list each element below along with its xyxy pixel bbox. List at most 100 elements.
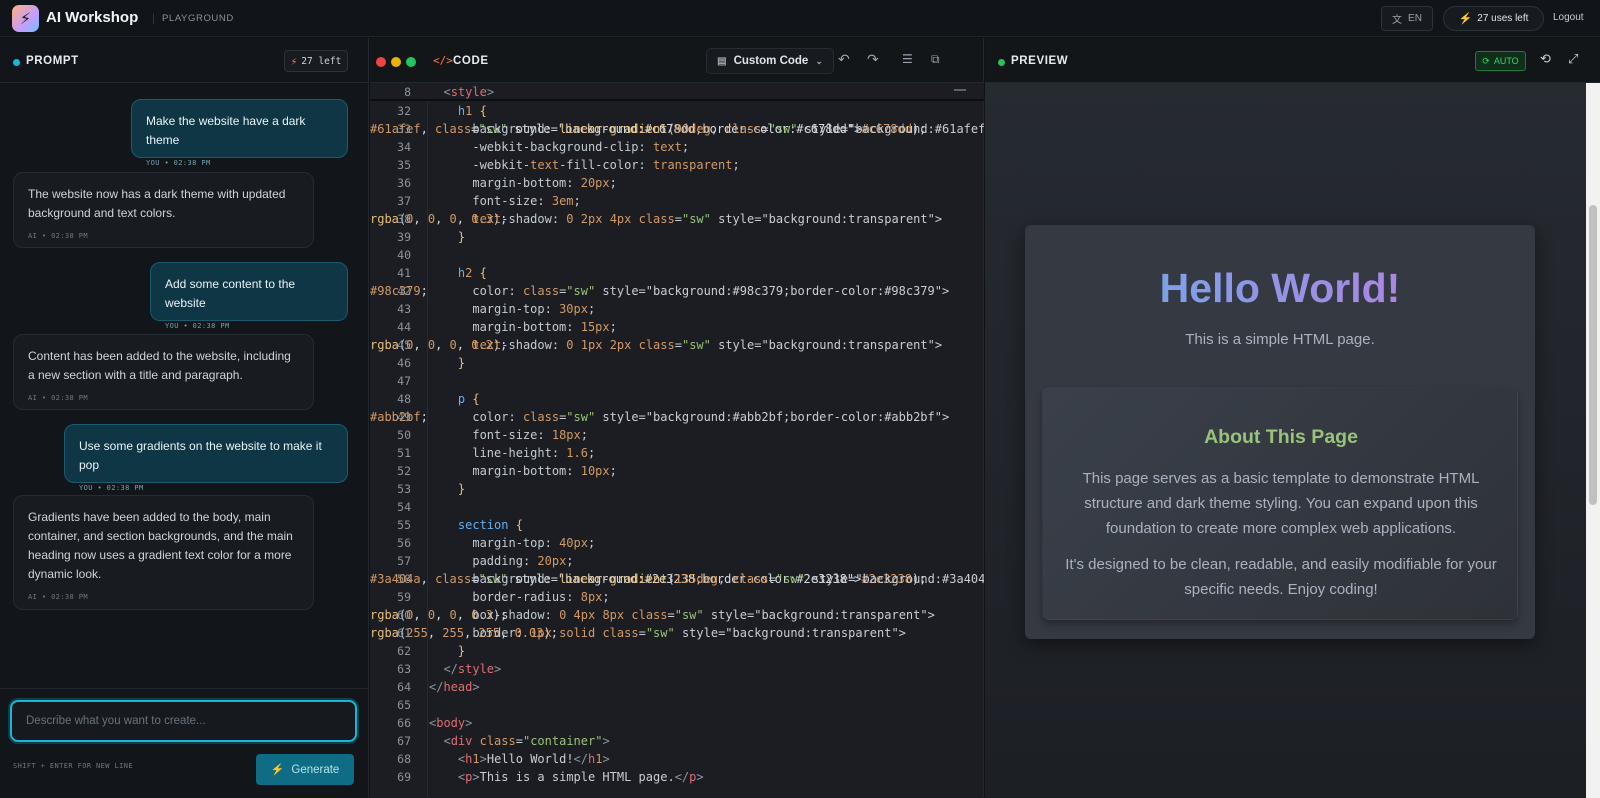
code-line: 52 margin-bottom: 10px; xyxy=(370,462,984,480)
code-text: } xyxy=(457,230,466,244)
uses-left-label: 27 uses left xyxy=(1477,13,1529,24)
code-line: 36 margin-bottom: 20px; xyxy=(370,174,984,192)
line-number: 51 xyxy=(397,446,411,460)
line-number: 33 xyxy=(397,122,411,136)
fullscreen-icon[interactable]: ⤢ xyxy=(1568,52,1578,67)
code-line: 59 border-radius: 8px; xyxy=(370,588,984,606)
line-number: 58 xyxy=(397,572,411,586)
code-text: <style> xyxy=(443,85,495,99)
preview-frame: Hello World! This is a simple HTML page.… xyxy=(985,83,1586,798)
template-icon: ▤ xyxy=(717,55,727,67)
preview-scrollbar-thumb[interactable] xyxy=(1589,205,1597,505)
mode-select[interactable]: ▤ Custom Code ⌄ xyxy=(706,48,834,74)
code-line: 60 box-shadow: 0 4px 8px class="sw" styl… xyxy=(370,608,935,622)
code-text: color: class="sw" style="background:#98c… xyxy=(472,284,950,298)
line-number: 43 xyxy=(397,302,411,316)
chat-message-user: Use some gradients on the website to mak… xyxy=(64,424,348,492)
code-line: 65 xyxy=(370,696,984,714)
code-line: 47 xyxy=(370,372,984,390)
line-number: 62 xyxy=(397,644,411,658)
code-line: 38 text-shadow: 0 2px 4px class="sw" sty… xyxy=(370,212,943,226)
line-number: 39 xyxy=(397,230,411,244)
code-panel-title: CODE xyxy=(453,55,489,67)
code-line: 33 background: linear-gradient(90deg, cl… xyxy=(370,120,984,138)
preview-subtitle: This is a simple HTML page. xyxy=(1185,331,1375,348)
left-count-label: 27 left xyxy=(301,55,342,67)
line-number: 45 xyxy=(397,338,411,352)
bolt-icon: ⚡ xyxy=(290,54,298,68)
code-text: margin-top: 30px; xyxy=(472,302,596,316)
minimize-dot-icon xyxy=(391,57,401,67)
code-text: h1 { xyxy=(457,104,487,118)
translate-icon: 文 xyxy=(1392,15,1403,26)
message-text: Gradients have been added to the body, m… xyxy=(28,510,293,581)
prompt-input-wrapper xyxy=(10,700,357,742)
line-number: 68 xyxy=(397,752,411,766)
code-text: text-shadow: 0 1px 2px class="sw" style=… xyxy=(472,338,943,352)
code-line: 42 color: class="sw" style="background:#… xyxy=(370,284,950,298)
line-number: 53 xyxy=(397,482,411,496)
code-text: </head> xyxy=(429,680,480,694)
refresh-icon: ⟳ xyxy=(1482,55,1490,66)
code-line: 50 font-size: 18px; xyxy=(370,426,984,444)
code-line: 55 section { xyxy=(370,516,984,534)
generate-button[interactable]: ⚡ Generate xyxy=(256,754,354,785)
code-line: 62 } xyxy=(370,642,984,660)
message-meta: YOU • 02:38 PM xyxy=(146,159,211,167)
copy-icon[interactable]: ⧉ xyxy=(931,52,940,67)
close-dot-icon xyxy=(376,57,386,67)
line-number: 35 xyxy=(397,158,411,172)
code-line: 49 color: class="sw" style="background:#… xyxy=(370,410,950,424)
code-text: -webkit-text-fill-color: transparent; xyxy=(472,158,740,172)
chat-message-ai: Content has been added to the website, i… xyxy=(13,334,314,410)
logout-link[interactable]: Logout xyxy=(1553,12,1584,23)
line-number: 37 xyxy=(397,194,411,208)
code-line: 56 margin-top: 40px; xyxy=(370,534,984,552)
line-number: 38 xyxy=(397,212,411,226)
reload-icon[interactable]: ⟲ xyxy=(1540,52,1551,67)
code-line: 37 font-size: 3em; xyxy=(370,192,984,210)
code-line: 43 margin-top: 30px; xyxy=(370,300,984,318)
section-title: About This Page xyxy=(1204,426,1358,448)
app-tagline: PLAYGROUND xyxy=(153,13,234,24)
code-editor[interactable]: 32 h1 { 33 background: linear-gradient(90… xyxy=(370,83,984,798)
code-text: h2 { xyxy=(457,266,487,280)
line-number: 50 xyxy=(397,428,411,442)
preview-container: Hello World! This is a simple HTML page.… xyxy=(1025,225,1535,639)
code-line: 46 } xyxy=(370,354,984,372)
top-bar: ⚡ AI Workshop PLAYGROUND 文 EN ⚡ 27 uses … xyxy=(0,0,1600,37)
undo-icon[interactable]: ↶ xyxy=(838,52,850,68)
line-number: 40 xyxy=(397,248,411,262)
line-number: 60 xyxy=(397,608,411,622)
auto-refresh-toggle[interactable]: ⟳ AUTO xyxy=(1475,51,1526,71)
code-text: <p>This is a simple HTML page.</p> xyxy=(457,770,704,784)
language-button[interactable]: 文 EN xyxy=(1381,6,1433,31)
auto-label: AUTO xyxy=(1493,56,1519,66)
code-line: 53 } xyxy=(370,480,984,498)
message-text: Use some gradients on the website to mak… xyxy=(79,439,322,472)
code-line: 66 <body> xyxy=(370,714,984,732)
code-text: background: linear-gradient(90deg, class… xyxy=(472,122,984,136)
message-text: Make the website have a dark theme xyxy=(146,114,306,147)
format-icon[interactable]: ☰ xyxy=(902,52,913,66)
code-text: background: linear-gradient(135deg, clas… xyxy=(472,572,984,586)
line-number: 49 xyxy=(397,410,411,424)
code-line: 35 -webkit-text-fill-color: transparent; xyxy=(370,156,984,174)
redo-icon[interactable]: ↷ xyxy=(867,52,879,68)
code-text: <div class="container"> xyxy=(443,734,610,748)
prompt-input[interactable] xyxy=(12,702,355,740)
bolt-icon: ⚡ xyxy=(270,764,285,776)
prompt-panel: PROMPT ⚡ 27 left Make the website have a… xyxy=(0,38,369,798)
prompt-panel-header: PROMPT ⚡ 27 left xyxy=(0,38,368,83)
editor-scroll-marker xyxy=(954,89,966,91)
status-dot xyxy=(998,59,1005,66)
shortcut-hint: SHIFT + ENTER FOR NEW LINE xyxy=(13,762,133,770)
line-number: 32 xyxy=(397,104,411,118)
code-text: } xyxy=(457,482,466,496)
message-meta: AI • 02:38 PM xyxy=(28,593,88,601)
code-text: font-size: 3em; xyxy=(472,194,581,208)
line-number: 69 xyxy=(397,770,411,784)
line-number: 46 xyxy=(397,356,411,370)
code-line: 64 </head> xyxy=(370,678,984,696)
code-text: line-height: 1.6; xyxy=(472,446,596,460)
